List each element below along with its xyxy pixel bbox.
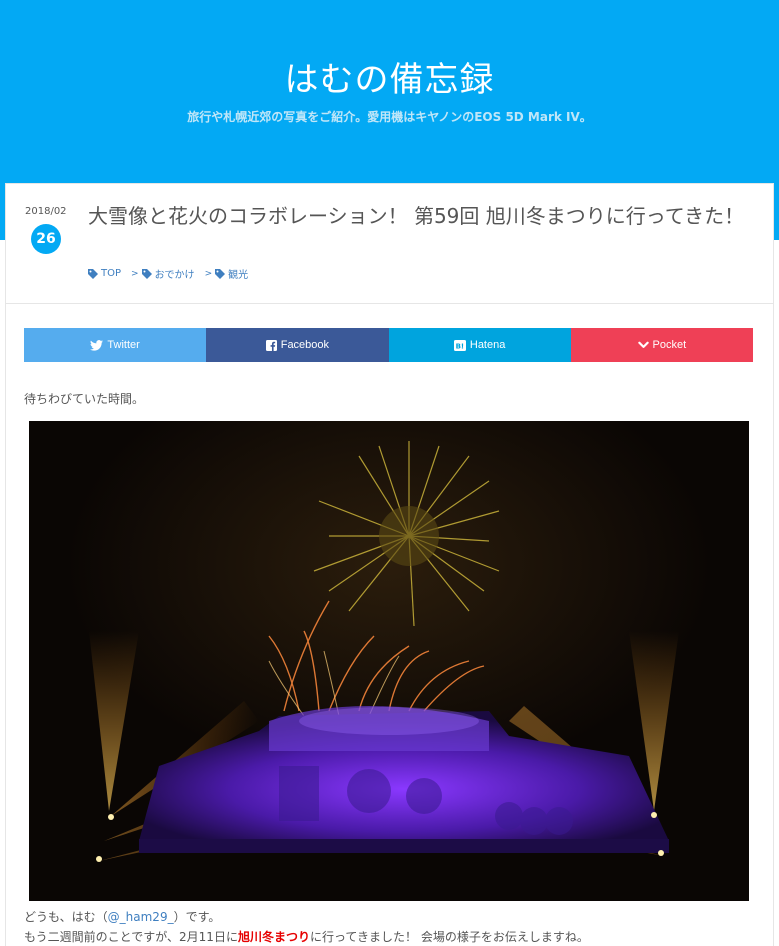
post-day-badge: 26 (31, 224, 61, 254)
share-twitter-label: Twitter (107, 339, 140, 351)
body-line-1-suffix: ）です。 (173, 910, 221, 924)
site-description: 旅行や札幌近郊の写真をご紹介。愛用機はキヤノンのEOS 5D Mark IV。 (187, 110, 592, 124)
facebook-icon (265, 339, 277, 351)
body-line-1-prefix: どうも、はむ（ (24, 910, 108, 924)
category-separator: > (204, 268, 213, 279)
tag-icon (88, 268, 98, 279)
twitter-icon (90, 339, 104, 351)
twitter-handle-link[interactable]: @_ham29_ (108, 910, 174, 924)
category-list: TOP > おでかけ > 観光 (88, 266, 248, 281)
festival-name-highlight: 旭川冬まつり (237, 930, 310, 944)
share-pocket-label: Pocket (652, 339, 687, 351)
post-body: どうも、はむ（@_ham29_）です。 もう二週間前のことですが、2月11日に旭… (24, 907, 589, 946)
share-pocket-button[interactable]: Pocket (570, 328, 753, 362)
hatena-icon: B! (453, 339, 466, 351)
body-line-2-prefix: もう二週間前のことですが、2月11日に (24, 930, 238, 944)
category-odekake[interactable]: おでかけ (141, 266, 195, 281)
share-bar: Twitter Facebook B! Hatena Pocket (24, 328, 753, 362)
category-top[interactable]: TOP (88, 268, 121, 279)
category-kanko[interactable]: 観光 (215, 266, 248, 281)
body-line-1: どうも、はむ（@_ham29_）です。 (24, 907, 589, 927)
category-label: TOP (101, 268, 122, 279)
intro-text: 待ちわびていた時間。 (24, 392, 145, 406)
body-line-2-suffix: に行ってきました！ 会場の様子をお伝えしますね。 (309, 930, 589, 944)
category-label: 観光 (228, 270, 249, 281)
share-facebook-button[interactable]: Facebook (206, 328, 389, 362)
post-title: 大雪像と花火のコラボレーション！ 第59回 旭川冬まつりに行ってきた！ (88, 204, 745, 228)
post-card: 2018/02 26 大雪像と花火のコラボレーション！ 第59回 旭川冬まつりに… (5, 183, 774, 946)
share-twitter-button[interactable]: Twitter (24, 328, 207, 362)
header-divider (6, 303, 773, 304)
fireworks-photo[interactable] (29, 421, 749, 901)
share-facebook-label: Facebook (280, 339, 330, 351)
body-line-2: もう二週間前のことですが、2月11日に旭川冬まつりに行ってきました！ 会場の様子… (24, 927, 589, 946)
site-title[interactable]: はむの備忘録 (0, 52, 779, 101)
category-label: おでかけ (154, 270, 195, 281)
tag-icon (215, 268, 226, 279)
post-date: 2018/02 (25, 206, 67, 217)
tag-icon (141, 268, 152, 279)
pocket-chevron-icon (637, 341, 649, 350)
category-separator: > (131, 268, 139, 279)
svg-text:B!: B! (455, 342, 464, 350)
share-hatena-label: Hatena (469, 339, 506, 351)
share-hatena-button[interactable]: B! Hatena (388, 328, 571, 362)
